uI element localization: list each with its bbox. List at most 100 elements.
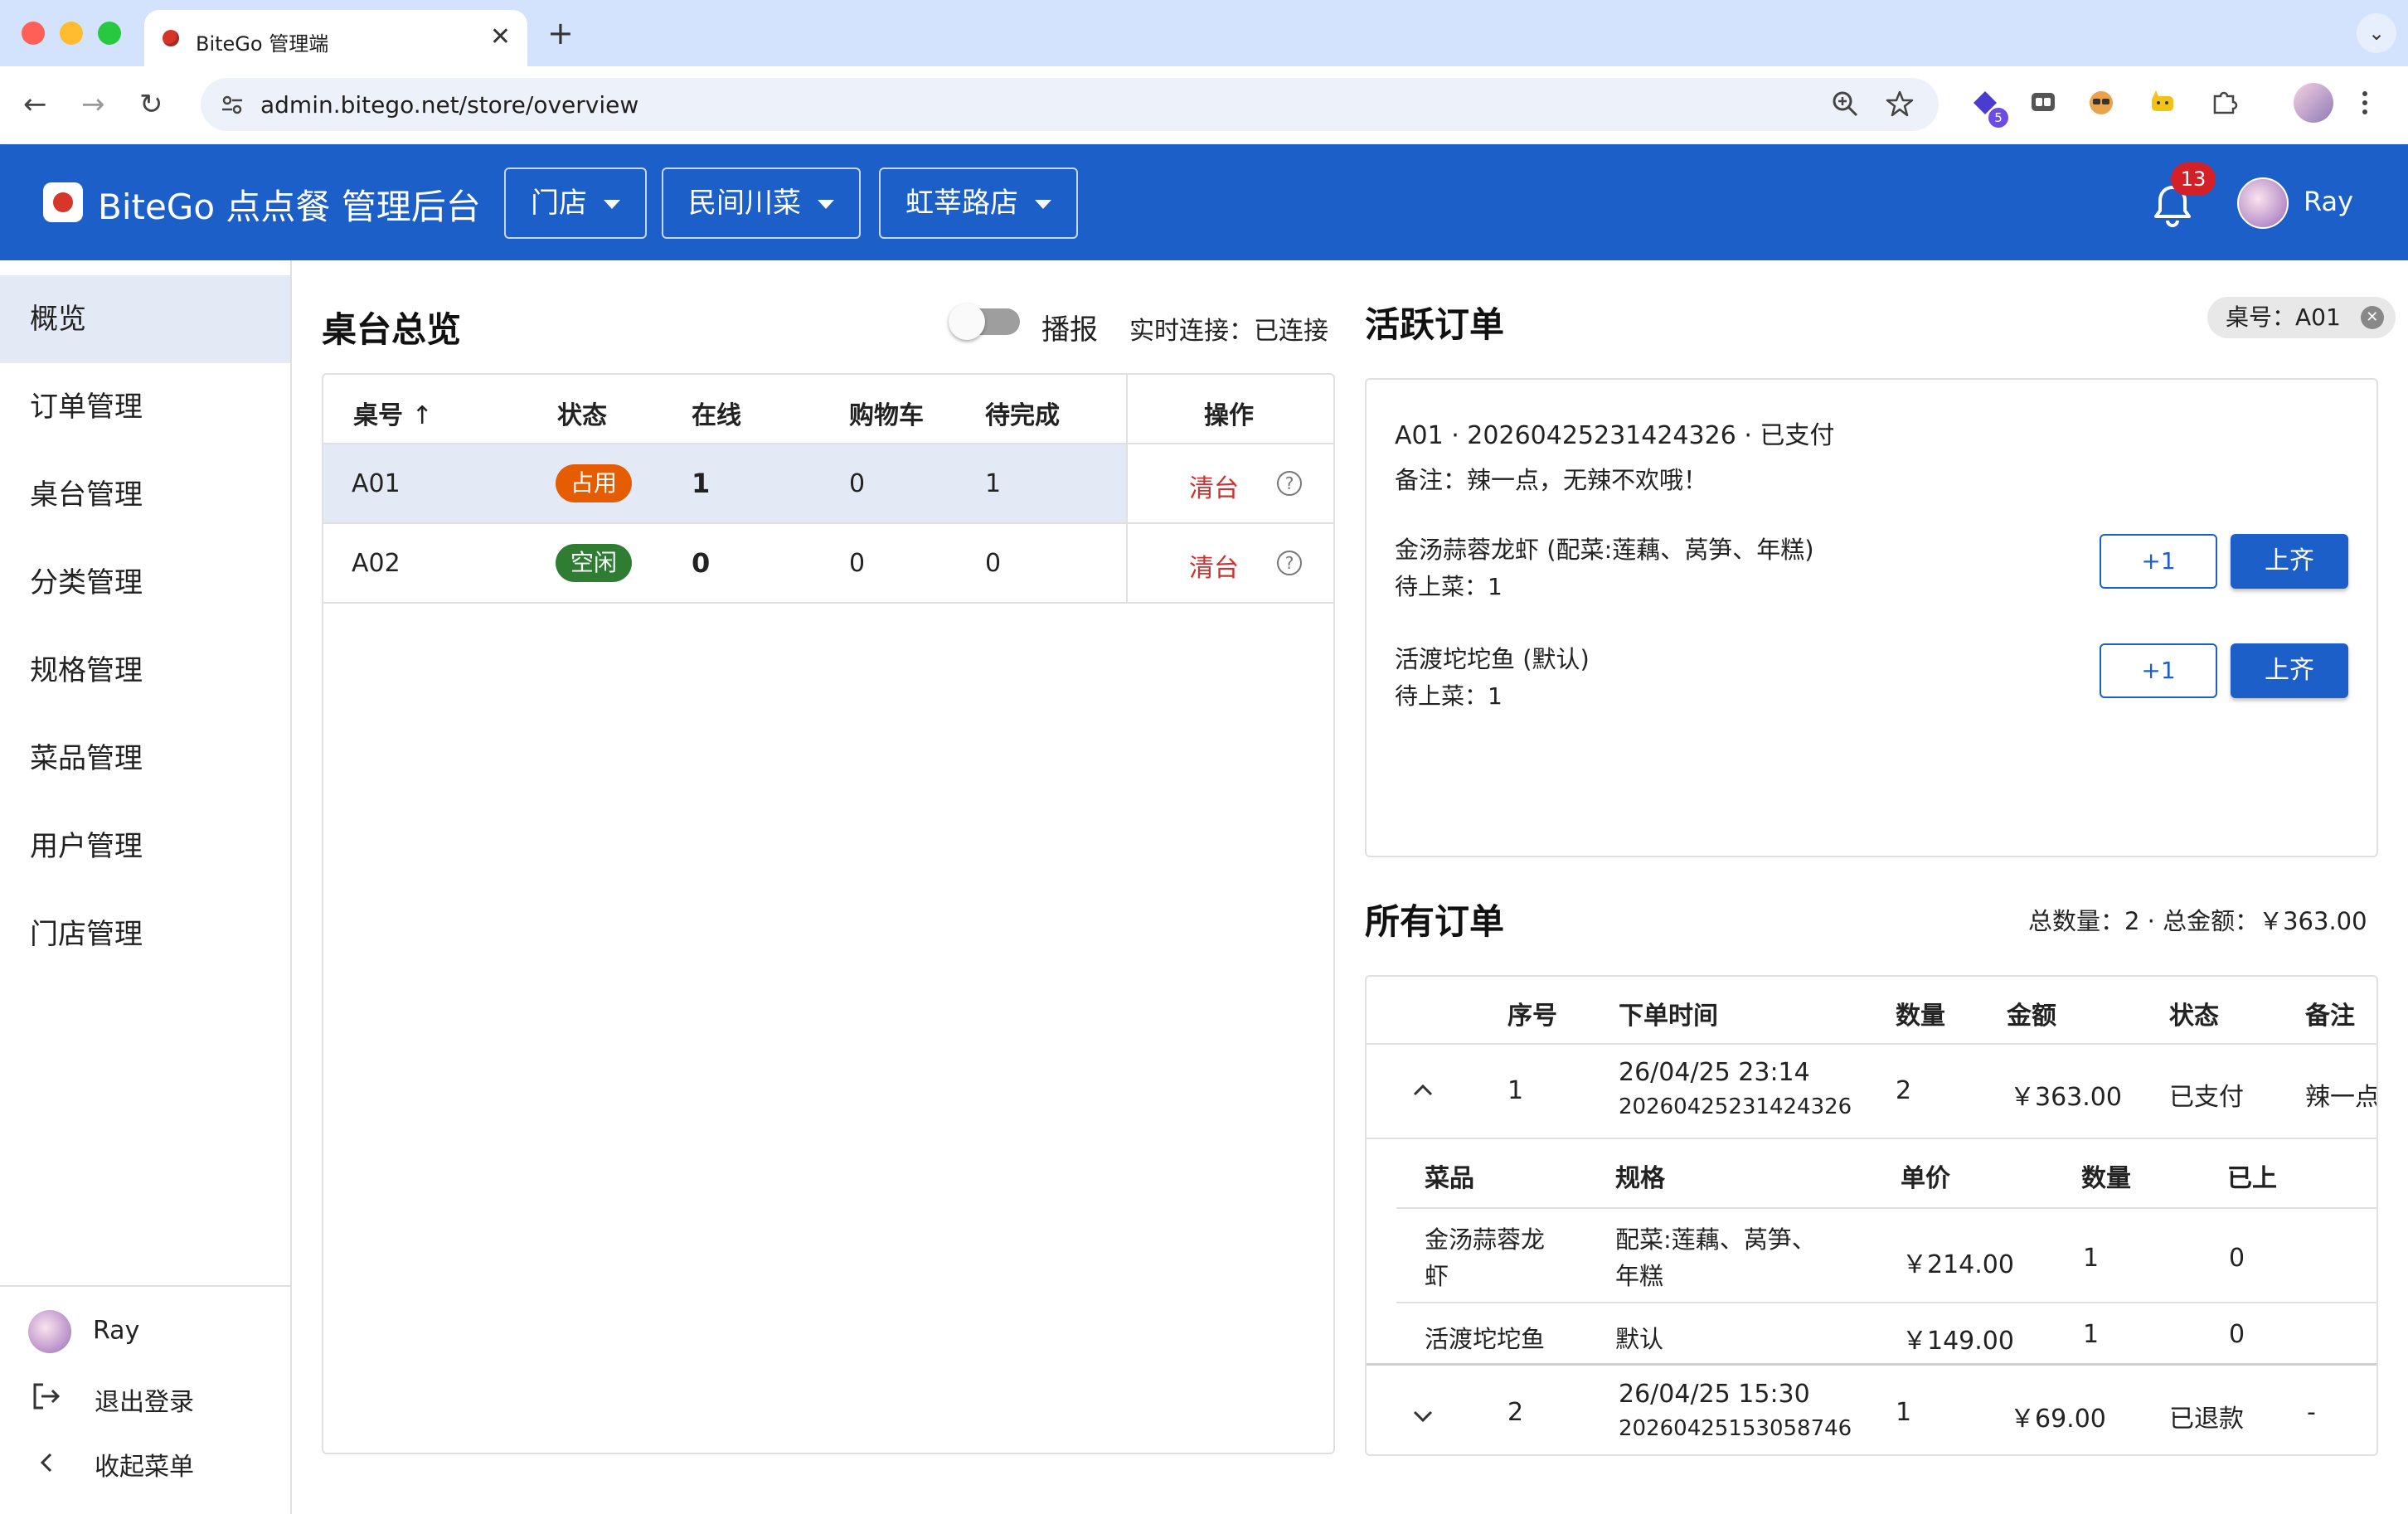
clear-table-button[interactable]: 清台 [1189,468,1239,504]
store-type-selector[interactable]: 门店 [504,167,647,239]
order-qty: 2 [1896,1076,1912,1105]
sidebar-item-overview[interactable]: 概览 [0,275,290,363]
selector-label: 门店 [531,187,587,220]
app-header: BiteGo 点点餐 管理后台 门店 民间川菜 虹莘路店 13 Ray [0,144,2408,260]
caret-down-icon [604,200,620,209]
row-divider [323,602,1333,604]
order-item-pending: 待上菜：1 [1395,573,1503,600]
notification-count-badge: 13 [2171,163,2216,196]
extension-purple-icon[interactable]: 5 [1969,88,2008,128]
order-status: 已支付 [2169,1083,2244,1112]
online-count: 1 [692,468,711,499]
table-filter-chip[interactable]: 桌号：A01 ✕ [2207,297,2396,338]
add-one-served-button[interactable]: +1 [2100,643,2217,698]
chrome-profile-avatar[interactable] [2294,83,2333,123]
sidebar-item-tables[interactable]: 桌台管理 [0,451,290,539]
sidebar-item-categories[interactable]: 分类管理 [0,539,290,627]
collapse-row-chevron-up-icon[interactable] [1411,1075,1435,1104]
selector-label: 虹莘路店 [905,187,1018,220]
sidebar-user[interactable]: Ray [28,1310,139,1353]
bookmark-star-icon[interactable] [1886,90,1914,125]
detail-dish: 活渡坨坨鱼 [1425,1325,1546,1353]
column-header-actions: 操作 [1204,401,1254,430]
cart-count: 0 [849,549,866,578]
clear-table-button[interactable]: 清台 [1189,547,1239,584]
logout-button[interactable]: 退出登录 [30,1381,194,1418]
broadcast-toggle[interactable] [949,303,1020,340]
sidebar-item-specs[interactable]: 规格管理 [0,627,290,715]
broadcast-label: 播报 [1041,313,1098,347]
branch-selector[interactable]: 虹莘路店 [879,167,1078,239]
forward-button[interactable]: → [81,88,105,121]
column-header-time: 下单时间 [1619,1002,1718,1031]
address-bar[interactable]: admin.bitego.net/store/overview [201,78,1939,131]
order-time: 26/04/25 15:30 [1619,1380,1810,1409]
column-header-seq: 序号 [1507,1002,1557,1031]
sort-arrow-up-icon[interactable]: ↑ [411,401,432,430]
new-tab-button[interactable]: + [547,15,574,51]
sidebar-divider [0,1285,290,1287]
browser-tab[interactable]: BiteGo 管理端 ✕ [144,10,527,66]
all-orders-title: 所有订单 [1365,901,1505,942]
user-name[interactable]: Ray [2304,186,2353,217]
tomato-logo-icon [43,182,83,222]
extension-cat-icon[interactable] [2146,88,2179,121]
table-id[interactable]: A02 [352,549,401,578]
order-item-name: 活渡坨坨鱼 (默认) [1395,645,1590,673]
brand-selector[interactable]: 民间川菜 [662,167,861,239]
active-orders-title: 活跃订单 [1365,304,1505,345]
cart-count: 0 [849,469,866,498]
selector-label: 民间川菜 [688,187,801,220]
column-header-status: 状态 [557,401,607,430]
expand-row-chevron-down-icon[interactable] [1411,1401,1435,1430]
tab-title: BiteGo 管理端 [196,32,329,56]
table-id[interactable]: A01 [352,469,401,498]
column-header-qty: 数量 [1896,1002,1945,1031]
extension-reader-icon[interactable] [2027,88,2060,121]
column-header-note: 备注 [2305,1002,2355,1031]
reload-button[interactable]: ↻ [139,88,163,121]
clear-filter-icon[interactable]: ✕ [2360,306,2384,329]
extensions-puzzle-icon[interactable] [2207,88,2241,121]
serve-all-button[interactable]: 上齐 [2231,643,2348,698]
user-avatar[interactable] [2237,177,2289,229]
order-note: - [2307,1398,2316,1427]
logout-icon [30,1382,63,1417]
order-time: 26/04/25 23:14 [1619,1058,1810,1087]
chevron-left-icon [30,1450,63,1482]
help-icon[interactable]: ? [1277,551,1302,575]
sidebar-item-orders[interactable]: 订单管理 [0,363,290,451]
detail-price: ￥214.00 [1902,1250,2014,1279]
window-minimize-button[interactable] [60,22,83,45]
logout-label: 退出登录 [95,1388,194,1417]
site-settings-icon[interactable] [219,91,245,118]
add-one-served-button[interactable]: +1 [2100,534,2217,589]
tab-close-icon[interactable]: ✕ [490,23,511,51]
order-status: 已退款 [2169,1405,2244,1434]
app-title: BiteGo 点点餐 管理后台 [98,187,481,227]
status-badge: 空闲 [556,544,633,582]
sidebar-item-users[interactable]: 用户管理 [0,803,290,890]
column-header-table[interactable]: 桌号 ↑ [353,395,433,431]
extension-face-icon[interactable] [2085,88,2118,121]
url-text: admin.bitego.net/store/overview [260,91,639,119]
order-item-pending: 待上菜：1 [1395,682,1503,710]
window-zoom-button[interactable] [98,22,121,45]
chrome-menu-icon[interactable] [2360,88,2370,125]
pending-count: 1 [985,469,1002,498]
column-label: 桌号 [353,401,403,430]
row-divider [1396,1302,2376,1303]
window-close-button[interactable] [22,22,45,45]
back-button[interactable]: ← [23,88,47,121]
collapse-menu-button[interactable]: 收起菜单 [30,1446,194,1482]
help-icon[interactable]: ? [1277,471,1302,496]
serve-all-button[interactable]: 上齐 [2231,534,2348,589]
sidebar-item-dishes[interactable]: 菜品管理 [0,715,290,803]
zoom-icon[interactable] [1831,90,1859,125]
detail-header-served: 已上 [2227,1164,2277,1193]
column-header-status: 状态 [2169,1002,2219,1031]
tab-search-button[interactable]: ⌄ [2357,13,2396,53]
row-divider [1367,1138,2376,1139]
order-qty: 1 [1896,1398,1912,1427]
sidebar-item-stores[interactable]: 门店管理 [0,890,290,978]
